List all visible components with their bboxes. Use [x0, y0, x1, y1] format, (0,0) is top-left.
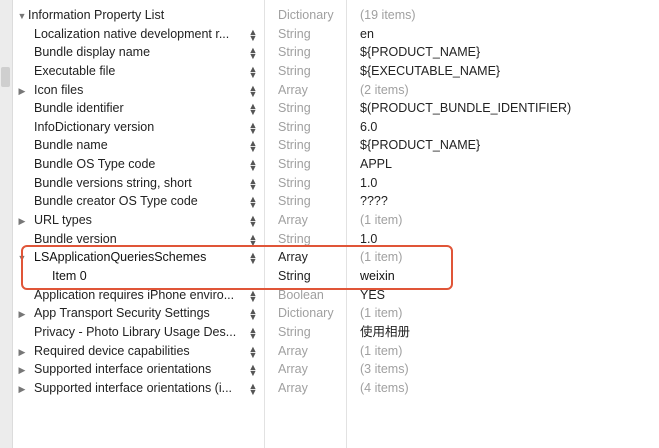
row-type[interactable]: String: [278, 25, 311, 44]
plist-row[interactable]: Bundle identifier ▲ ▼ String $(PRODUCT_BU…: [12, 99, 659, 118]
up-down-stepper-icon[interactable]: ▲ ▼: [248, 120, 258, 135]
plist-row[interactable]: Bundle creator OS Type code ▲ ▼ String ??…: [12, 192, 659, 211]
row-value: (1 item): [360, 213, 403, 228]
disclosure-right-icon[interactable]: ▶: [16, 305, 28, 324]
plist-row[interactable]: ▶ Required device capabilities ▲ ▼ Array (…: [12, 342, 659, 361]
row-type[interactable]: String: [278, 155, 311, 174]
disclosure-right-icon[interactable]: ▶: [16, 82, 28, 101]
row-key[interactable]: ▶ Supported interface orientations (i...: [0, 379, 251, 399]
row-value[interactable]: 使用相册: [360, 323, 410, 342]
row-key[interactable]: InfoDictionary version: [12, 118, 269, 137]
row-key[interactable]: Bundle identifier: [12, 99, 269, 118]
up-down-stepper-icon[interactable]: ▲ ▼: [248, 139, 258, 154]
row-value: (19 items): [360, 8, 416, 22]
plist-row[interactable]: ▶ URL types ▲ ▼ Array (1 item): [12, 211, 659, 230]
row-value: (1 item): [360, 306, 403, 321]
plist-row[interactable]: Privacy - Photo Library Usage Des... ▲ ▼ …: [12, 323, 659, 342]
row-type[interactable]: Array: [278, 211, 308, 230]
row-value: (1 item): [360, 343, 403, 358]
row-key[interactable]: Bundle versions string, short: [12, 174, 269, 193]
highlight-annotation-box: [21, 245, 453, 290]
row-key[interactable]: ▶ Required device capabilities: [0, 342, 251, 362]
disclosure-right-icon[interactable]: ▶: [16, 380, 28, 399]
up-down-stepper-icon[interactable]: ▲ ▼: [248, 344, 258, 359]
up-down-stepper-icon[interactable]: ▲ ▼: [248, 363, 258, 378]
row-value[interactable]: 1.0: [360, 174, 377, 193]
up-down-stepper-icon[interactable]: ▲ ▼: [248, 46, 258, 61]
up-down-stepper-icon[interactable]: ▲ ▼: [248, 195, 258, 210]
row-type[interactable]: String: [278, 323, 311, 342]
plist-root-row[interactable]: ▼ Information Property List Dictionary (1…: [12, 6, 659, 25]
row-type[interactable]: String: [278, 118, 311, 137]
row-type[interactable]: String: [278, 136, 311, 155]
up-down-stepper-icon[interactable]: ▲ ▼: [248, 158, 258, 173]
row-value[interactable]: $(PRODUCT_BUNDLE_IDENTIFIER): [360, 99, 571, 118]
up-down-stepper-icon[interactable]: ▲ ▼: [248, 176, 258, 191]
up-down-stepper-icon[interactable]: ▲ ▼: [248, 288, 258, 303]
row-key[interactable]: Executable file: [12, 62, 269, 81]
plist-row[interactable]: InfoDictionary version ▲ ▼ String 6.0: [12, 118, 659, 137]
disclosure-right-icon[interactable]: ▶: [16, 361, 28, 380]
row-key: ▼ Information Property List: [12, 6, 251, 26]
up-down-stepper-icon[interactable]: ▲ ▼: [248, 232, 258, 247]
row-value: (3 items): [360, 362, 409, 377]
row-value[interactable]: 6.0: [360, 118, 377, 137]
plist-row[interactable]: Bundle OS Type code ▲ ▼ String APPL: [12, 155, 659, 174]
row-type[interactable]: Array: [278, 379, 308, 398]
plist-row[interactable]: ▶ Supported interface orientations ▲ ▼ Arr…: [12, 360, 659, 379]
up-down-stepper-icon[interactable]: ▲ ▼: [248, 64, 258, 79]
up-down-stepper-icon[interactable]: ▲ ▼: [248, 325, 258, 340]
plist-row[interactable]: ▶ Supported interface orientations (i... …: [12, 379, 659, 398]
row-value[interactable]: ${EXECUTABLE_NAME}: [360, 62, 500, 81]
disclosure-down-icon[interactable]: ▼: [16, 7, 28, 26]
row-key[interactable]: Bundle OS Type code: [12, 155, 269, 174]
disclosure-right-icon[interactable]: ▶: [16, 212, 28, 231]
row-type[interactable]: String: [278, 99, 311, 118]
row-key[interactable]: Bundle name: [12, 136, 269, 155]
row-value[interactable]: ${PRODUCT_NAME}: [360, 136, 480, 155]
row-type[interactable]: String: [278, 192, 311, 211]
row-key[interactable]: ▶ URL types: [0, 211, 251, 231]
row-value: (2 items): [360, 82, 409, 97]
plist-row[interactable]: Bundle versions string, short ▲ ▼ String …: [12, 174, 659, 193]
plist-row[interactable]: Bundle name ▲ ▼ String ${PRODUCT_NAME}: [12, 136, 659, 155]
row-type[interactable]: String: [278, 62, 311, 81]
row-key[interactable]: Privacy - Photo Library Usage Des...: [12, 323, 269, 342]
row-key[interactable]: Bundle creator OS Type code: [12, 192, 269, 211]
plist-row[interactable]: Executable file ▲ ▼ String ${EXECUTABLE_N…: [12, 62, 659, 81]
row-value[interactable]: ${PRODUCT_NAME}: [360, 43, 480, 62]
row-value[interactable]: en: [360, 25, 374, 44]
plist-row[interactable]: ▶ App Transport Security Settings ▲ ▼ Dict…: [12, 304, 659, 323]
up-down-stepper-icon[interactable]: ▲ ▼: [248, 102, 258, 117]
row-type[interactable]: Array: [278, 81, 308, 100]
row-key[interactable]: ▶ Icon files: [0, 81, 251, 101]
row-type[interactable]: String: [278, 43, 311, 62]
up-down-stepper-icon[interactable]: ▲ ▼: [248, 27, 258, 42]
property-list-table: ▼ Information Property List Dictionary (1…: [12, 6, 659, 397]
row-key[interactable]: ▶ Supported interface orientations: [0, 360, 251, 380]
row-type[interactable]: Array: [278, 360, 308, 379]
row-type[interactable]: Array: [278, 342, 308, 361]
row-key[interactable]: Bundle display name: [12, 43, 269, 62]
row-value: (4 items): [360, 380, 409, 395]
row-type[interactable]: String: [278, 174, 311, 193]
disclosure-right-icon[interactable]: ▶: [16, 343, 28, 362]
plist-row[interactable]: Bundle display name ▲ ▼ String ${PRODUCT_…: [12, 43, 659, 62]
plist-row[interactable]: ▶ Icon files ▲ ▼ Array (2 items): [12, 81, 659, 100]
up-down-stepper-icon[interactable]: ▲ ▼: [248, 381, 258, 396]
row-key[interactable]: Localization native development r...: [12, 25, 269, 44]
up-down-stepper-icon[interactable]: ▲ ▼: [248, 307, 258, 322]
row-key[interactable]: ▶ App Transport Security Settings: [0, 304, 251, 324]
up-down-stepper-icon[interactable]: ▲ ▼: [248, 83, 258, 98]
plist-row[interactable]: Localization native development r... ▲ ▼ …: [12, 25, 659, 44]
up-down-stepper-icon[interactable]: ▲ ▼: [248, 214, 258, 229]
row-value[interactable]: ????: [360, 192, 388, 211]
row-type: Dictionary: [278, 8, 334, 22]
row-value[interactable]: APPL: [360, 155, 392, 174]
row-type[interactable]: Dictionary: [278, 304, 334, 323]
